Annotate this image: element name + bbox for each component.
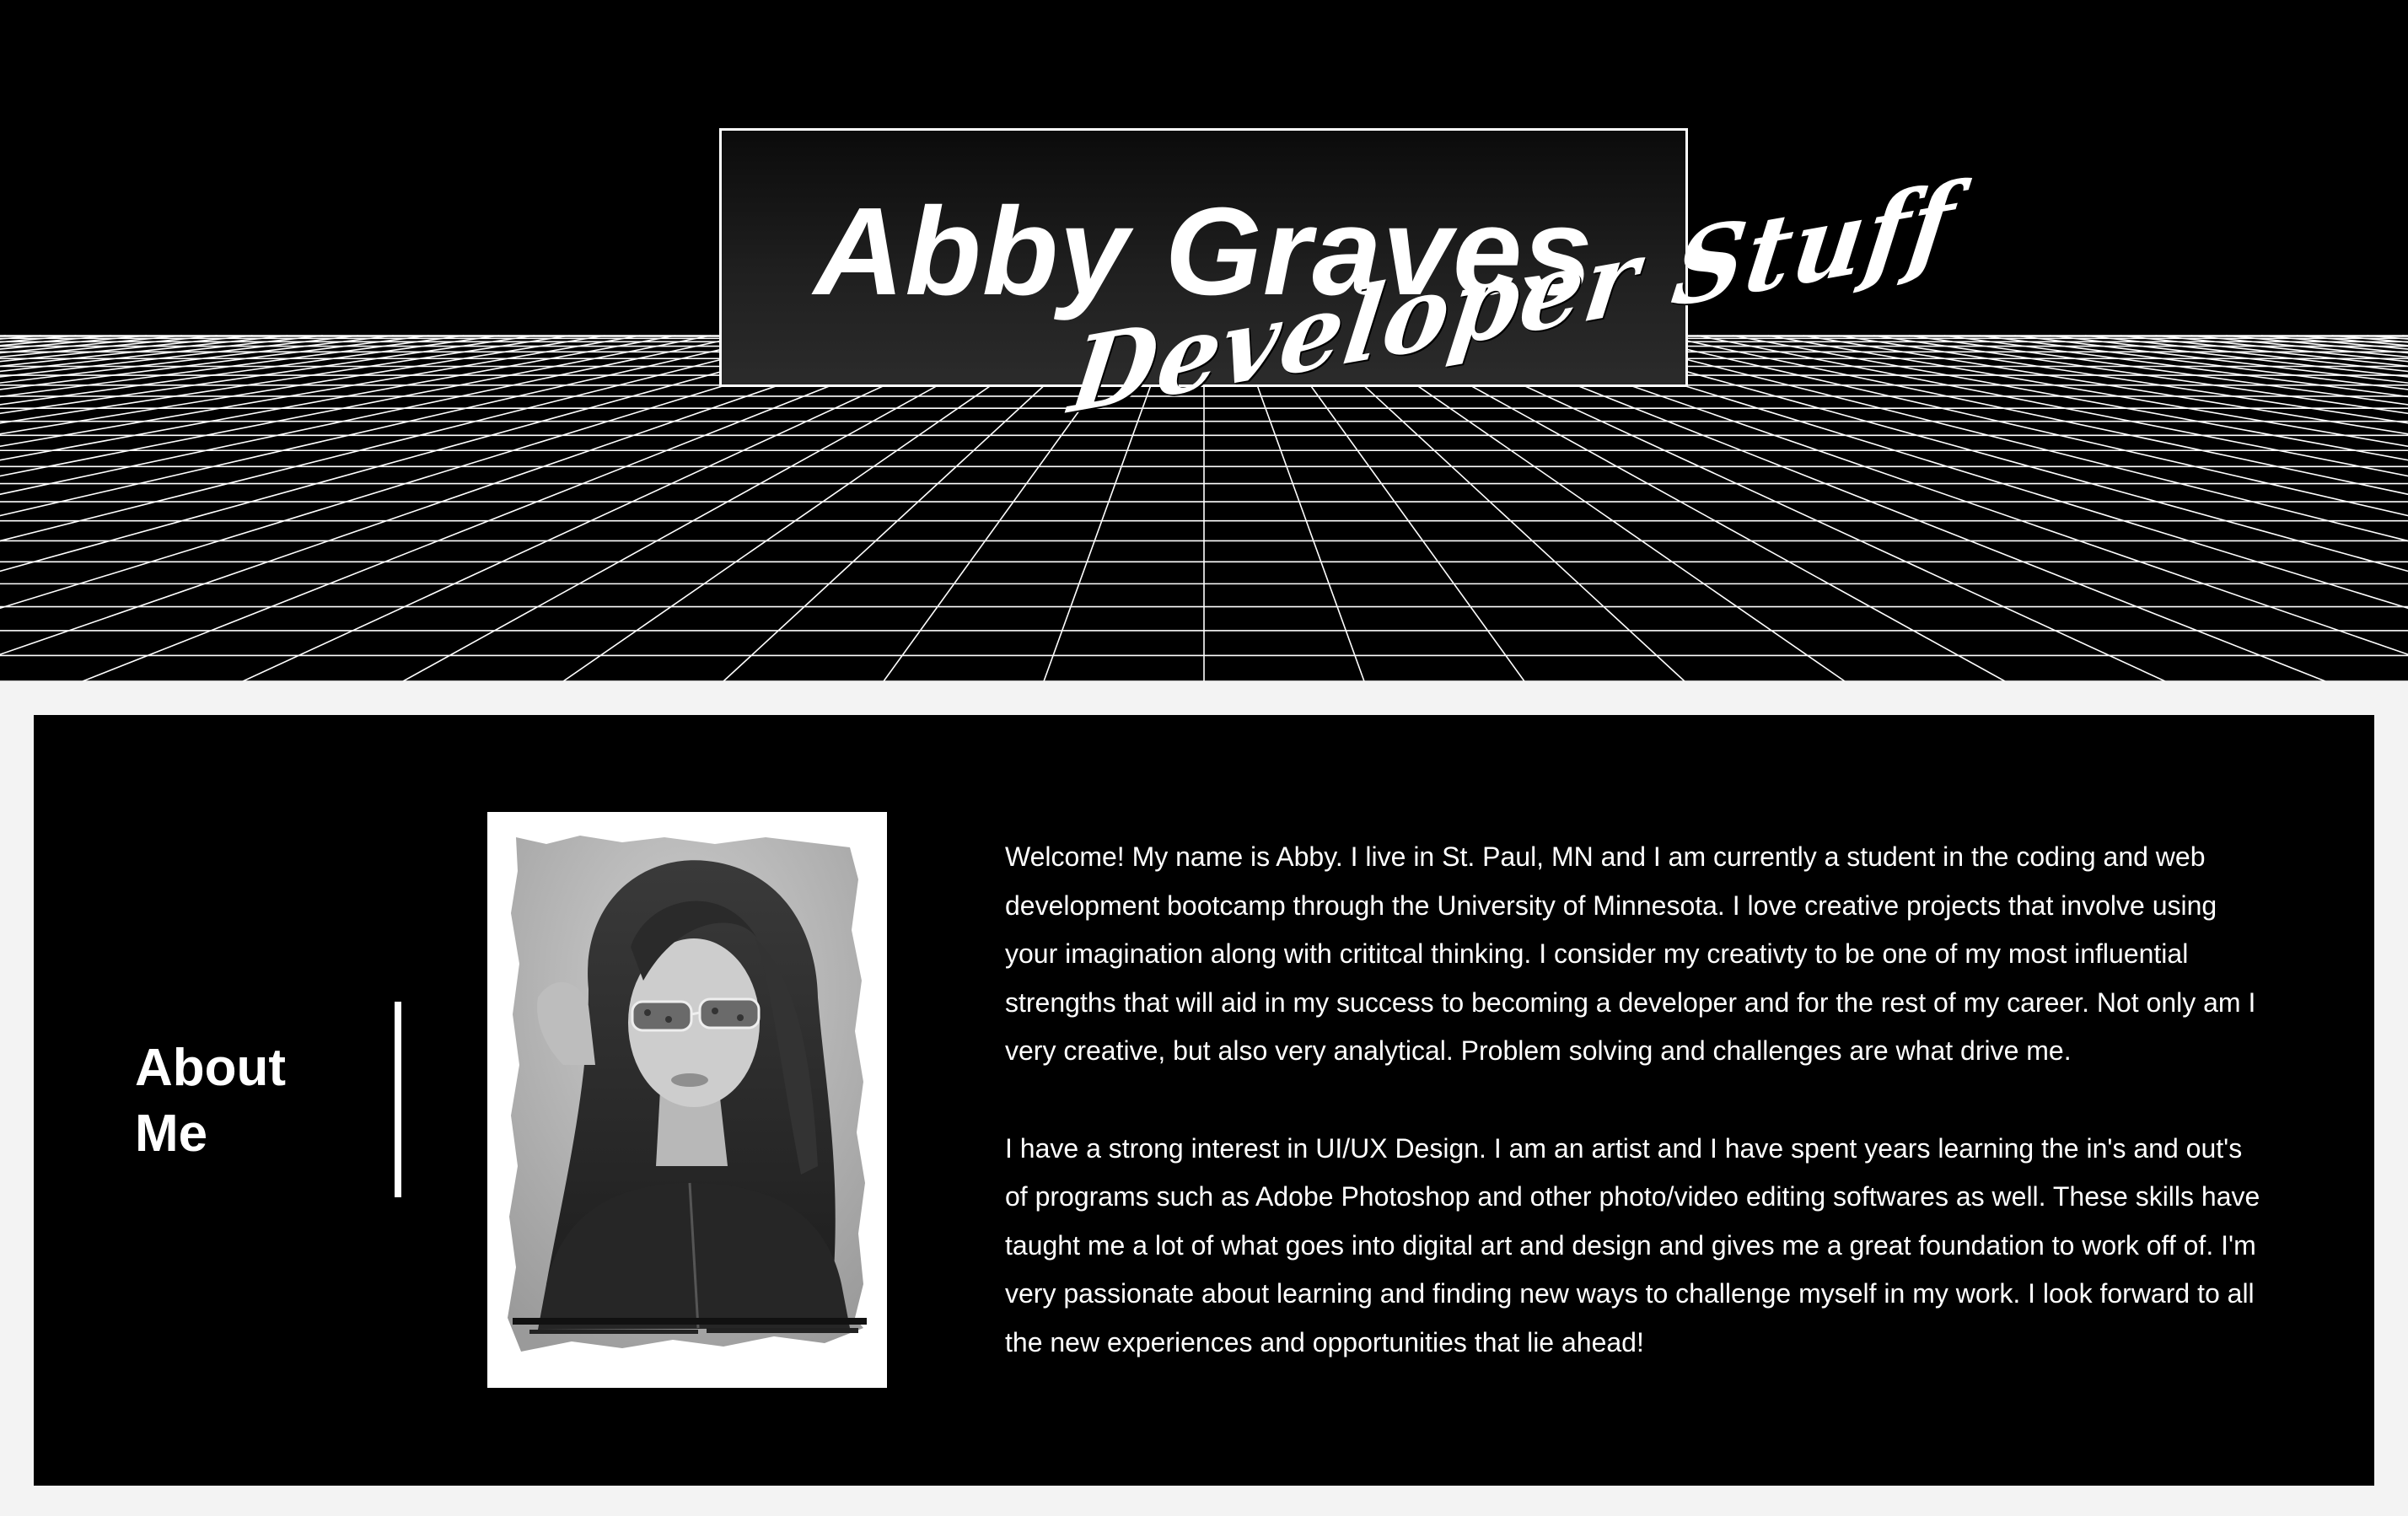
about-bio: Welcome! My name is Abby. I live in St. … [1005, 833, 2270, 1368]
vertical-divider [395, 1002, 401, 1197]
portrait-image [508, 836, 867, 1352]
about-me-section: About Me Welcome! My name is Abby. I liv… [34, 715, 2374, 1486]
hero-banner: Abby Graves Developer Stuff [0, 0, 2408, 681]
about-heading: About Me [135, 1035, 354, 1167]
about-heading-line2: Me [135, 1105, 208, 1163]
bio-paragraph: Welcome! My name is Abby. I live in St. … [1005, 841, 2256, 1067]
profile-photo [487, 812, 887, 1388]
bio-paragraph: I have a strong interest in UI/UX Design… [1005, 1132, 2260, 1357]
about-heading-line1: About [135, 1039, 287, 1097]
